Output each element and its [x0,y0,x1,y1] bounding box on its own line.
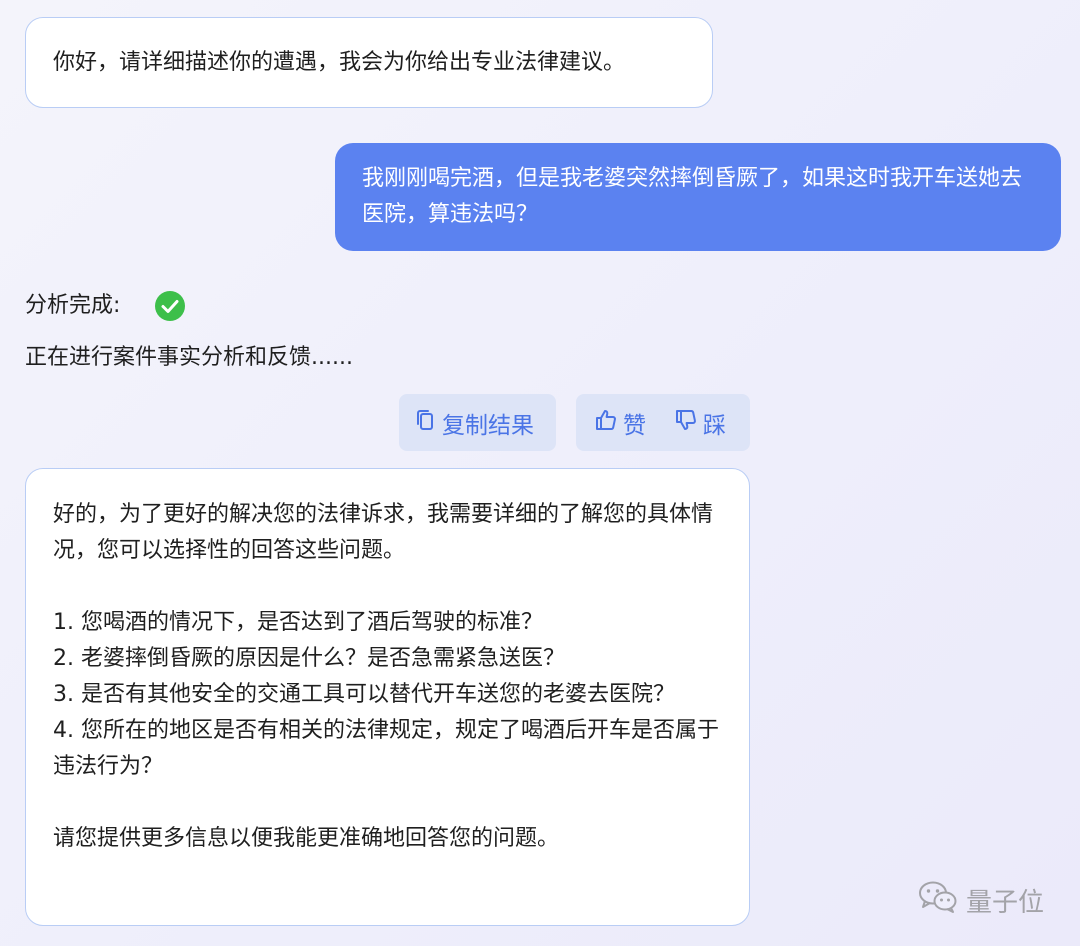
analysis-status: 分析完成: [25,290,186,322]
like-button[interactable]: 赞 [594,406,646,440]
analysis-done-label: 分析完成: [25,293,121,318]
like-label: 赞 [623,412,646,439]
watermark-text: 量子位 [966,888,1045,918]
thumbs-up-icon [594,408,623,438]
copy-result-label: 复制结果 [442,412,534,439]
copy-action-group: 复制结果 [399,394,556,451]
wechat-icon [918,880,966,921]
check-circle-icon [154,290,186,322]
dislike-label: 踩 [703,412,726,439]
analysis-progress-text: 正在进行案件事实分析和反馈...... [25,345,353,370]
greeting-text: 你好，请详细描述你的遭遇，我会为你给出专业法律建议。 [53,50,626,75]
bot-answer-bubble: 好的，为了更好的解决您的法律诉求，我需要详细的了解您的具体情况，您可以选择性的回… [25,468,750,926]
watermark: 量子位 [918,880,1044,921]
dislike-button[interactable]: 踩 [674,406,726,440]
user-message-text: 我刚刚喝完酒，但是我老婆突然摔倒昏厥了，如果这时我开车送她去医院，算违法吗？ [362,166,1023,227]
copy-icon [413,408,442,438]
vote-action-group: 赞 踩 [576,394,750,451]
user-message-bubble: 我刚刚喝完酒，但是我老婆突然摔倒昏厥了，如果这时我开车送她去医院，算违法吗？ [335,143,1061,251]
bot-greeting-bubble: 你好，请详细描述你的遭遇，我会为你给出专业法律建议。 [25,17,713,108]
thumbs-down-icon [674,408,703,438]
copy-result-button[interactable]: 复制结果 [413,406,534,440]
answer-text: 好的，为了更好的解决您的法律诉求，我需要详细的了解您的具体情况，您可以选择性的回… [53,502,719,851]
